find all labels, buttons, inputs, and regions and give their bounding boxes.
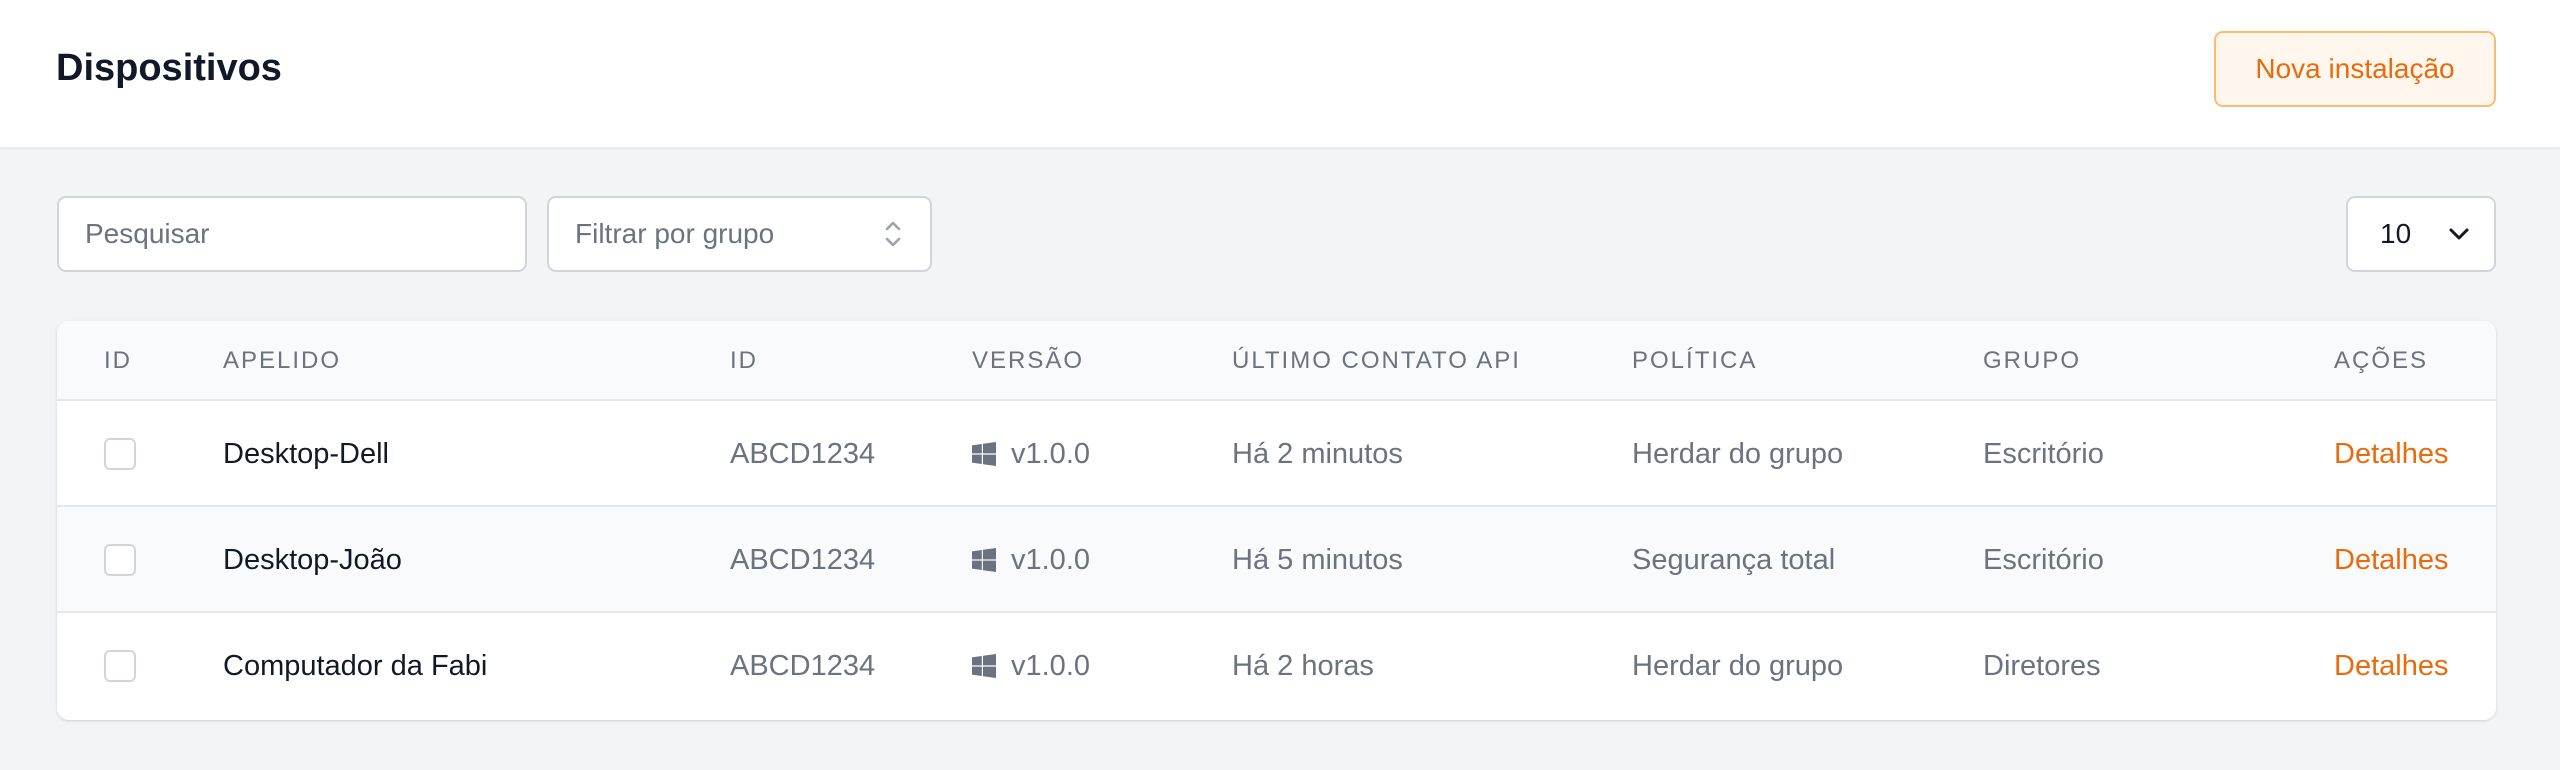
device-nickname: Computador da Fabi bbox=[223, 649, 488, 682]
row-select-checkbox[interactable] bbox=[104, 544, 136, 576]
page-title: Dispositivos bbox=[56, 47, 282, 89]
details-link[interactable]: Detalhes bbox=[2334, 613, 2448, 719]
column-header-id: ID bbox=[730, 347, 758, 374]
search-input[interactable] bbox=[57, 196, 527, 272]
page-size-value: 10 bbox=[2380, 218, 2412, 249]
device-version: v1.0.0 bbox=[1011, 543, 1090, 576]
device-version: v1.0.0 bbox=[1011, 649, 1090, 682]
table-row: Computador da Fabi ABCD1234 v1.0.0 Há 2 … bbox=[57, 613, 2496, 719]
device-last-contact: Há 5 minutos bbox=[1232, 543, 1403, 576]
device-version-cell: v1.0.0 bbox=[972, 401, 1090, 507]
device-group: Diretores bbox=[1983, 649, 2101, 682]
group-filter-label: Filtrar por grupo bbox=[575, 218, 775, 249]
device-version: v1.0.0 bbox=[1011, 437, 1090, 470]
page-size-select[interactable]: 10 bbox=[2346, 196, 2496, 272]
new-install-button[interactable]: Nova instalação bbox=[2214, 31, 2496, 107]
column-header-version: Versão bbox=[972, 347, 1085, 374]
device-version-cell: v1.0.0 bbox=[972, 613, 1090, 719]
device-policy: Herdar do grupo bbox=[1632, 649, 1844, 682]
table-header: ID Apelido ID Versão Último contato API … bbox=[57, 321, 2496, 401]
device-policy: Herdar do grupo bbox=[1632, 437, 1844, 470]
device-id: ABCD1234 bbox=[730, 437, 876, 470]
table-row: Desktop-Dell ABCD1234 v1.0.0 Há 2 minuto… bbox=[57, 401, 2496, 507]
device-group: Escritório bbox=[1983, 437, 2104, 470]
column-header-actions: Ações bbox=[2334, 347, 2429, 374]
devices-table: ID Apelido ID Versão Último contato API … bbox=[57, 321, 2496, 720]
page-header: Dispositivos Nova instalação bbox=[0, 0, 2560, 148]
table-row: Desktop-João ABCD1234 v1.0.0 Há 5 minuto… bbox=[57, 507, 2496, 613]
windows-icon bbox=[972, 442, 996, 466]
device-version-cell: v1.0.0 bbox=[972, 507, 1090, 613]
chevron-down-icon bbox=[2446, 221, 2472, 247]
details-link[interactable]: Detalhes bbox=[2334, 507, 2448, 613]
row-select-checkbox[interactable] bbox=[104, 650, 136, 682]
device-last-contact: Há 2 minutos bbox=[1232, 437, 1403, 470]
windows-icon bbox=[972, 548, 996, 572]
device-nickname: Desktop-João bbox=[223, 543, 402, 576]
windows-icon bbox=[972, 654, 996, 678]
column-header-select: ID bbox=[104, 347, 132, 374]
row-select-checkbox[interactable] bbox=[104, 438, 136, 470]
device-nickname: Desktop-Dell bbox=[223, 437, 389, 470]
column-header-last-contact: Último contato API bbox=[1232, 347, 1521, 374]
device-policy: Segurança total bbox=[1632, 543, 1836, 576]
details-link[interactable]: Detalhes bbox=[2334, 401, 2448, 507]
device-group: Escritório bbox=[1983, 543, 2104, 576]
device-id: ABCD1234 bbox=[730, 649, 876, 682]
device-last-contact: Há 2 horas bbox=[1232, 649, 1374, 682]
column-header-group: Grupo bbox=[1983, 347, 2082, 374]
device-id: ABCD1234 bbox=[730, 543, 876, 576]
chevron-up-down-icon bbox=[882, 217, 904, 251]
column-header-policy: Política bbox=[1632, 347, 1758, 374]
group-filter-select[interactable]: Filtrar por grupo bbox=[547, 196, 932, 272]
column-header-nickname: Apelido bbox=[223, 347, 342, 374]
